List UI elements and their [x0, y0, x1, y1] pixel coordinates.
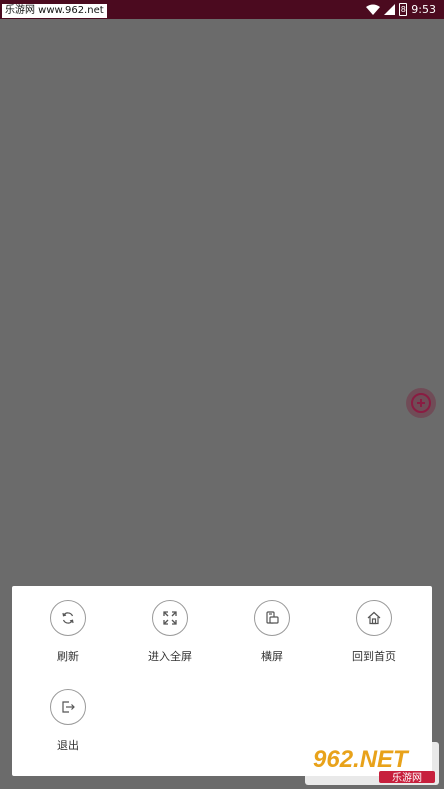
menu-label-refresh: 刷新	[57, 650, 79, 663]
menu-label-landscape: 横屏	[261, 650, 283, 663]
menu-label-fullscreen: 进入全屏	[148, 650, 192, 663]
menu-item-landscape[interactable]: 横屏	[222, 600, 322, 664]
status-time: 9:53	[411, 3, 436, 16]
plus-icon	[411, 393, 431, 413]
home-icon	[356, 600, 392, 636]
fullscreen-icon	[152, 600, 188, 636]
site-watermark-label: 乐游网 www.962.net	[2, 4, 107, 18]
menu-label-home: 回到首页	[352, 650, 396, 663]
battery-icon: 8	[399, 3, 408, 16]
rotate-landscape-icon	[254, 600, 290, 636]
refresh-icon	[50, 600, 86, 636]
menu-label-exit: 退出	[57, 739, 79, 752]
menu-item-fullscreen[interactable]: 进入全屏	[120, 600, 220, 664]
exit-icon	[50, 689, 86, 725]
status-indicators: 8 9:53	[366, 1, 436, 18]
watermark-subtitle: 乐游网	[392, 771, 422, 784]
battery-level: 8	[400, 5, 406, 14]
floating-menu-button[interactable]	[406, 388, 436, 418]
menu-item-home[interactable]: 回到首页	[324, 600, 424, 664]
wifi-icon	[366, 4, 381, 15]
watermark-brand: 962.NET	[313, 746, 410, 773]
menu-item-exit[interactable]: 退出	[18, 689, 118, 753]
signal-icon	[384, 4, 396, 15]
menu-item-refresh[interactable]: 刷新	[18, 600, 118, 664]
watermark-logo: 962.NET 乐游网	[305, 742, 439, 785]
status-bar: 乐游网 www.962.net 8 9:53	[0, 0, 444, 19]
